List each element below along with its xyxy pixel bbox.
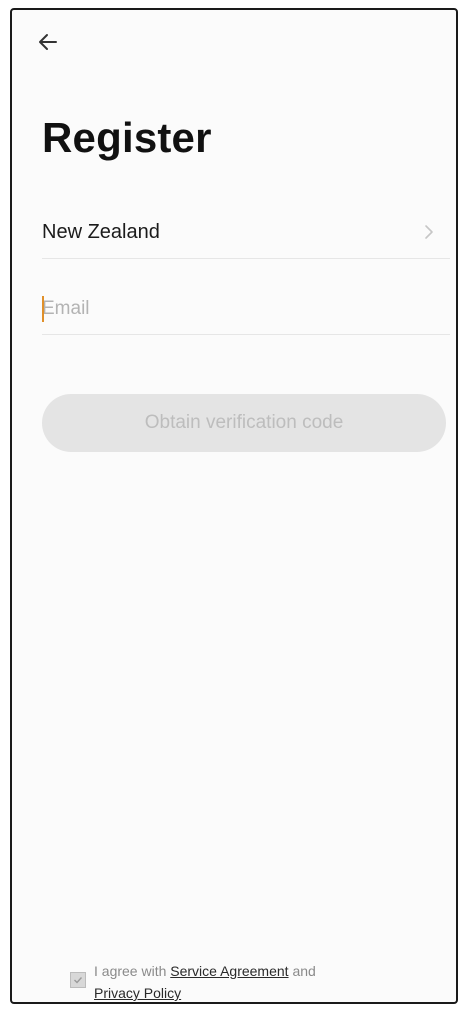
back-button[interactable] (34, 28, 62, 56)
privacy-policy-link[interactable]: Privacy Policy (94, 985, 181, 1001)
agreement-prefix: I agree with (94, 963, 171, 979)
agreement-text: I agree with Service Agreement and Priva… (94, 960, 316, 1002)
text-caret (42, 296, 44, 322)
email-field-row (42, 284, 450, 335)
region-value: New Zealand (42, 220, 160, 243)
agreement-conjunction: and (288, 963, 316, 979)
agreement-row: I agree with Service Agreement and Priva… (70, 960, 370, 1002)
region-selector[interactable]: New Zealand (42, 206, 450, 259)
agreement-checkbox[interactable] (70, 972, 86, 988)
phone-screen: Register New Zealand Obtain verification… (10, 8, 458, 1004)
checkbox-icon (74, 977, 83, 984)
email-field[interactable] (42, 298, 450, 320)
arrow-left-icon (39, 34, 57, 50)
chevron-right-icon (424, 224, 434, 240)
page-title: Register (42, 114, 212, 161)
service-agreement-link[interactable]: Service Agreement (170, 963, 288, 979)
obtain-verification-code-button[interactable]: Obtain verification code (42, 394, 446, 452)
